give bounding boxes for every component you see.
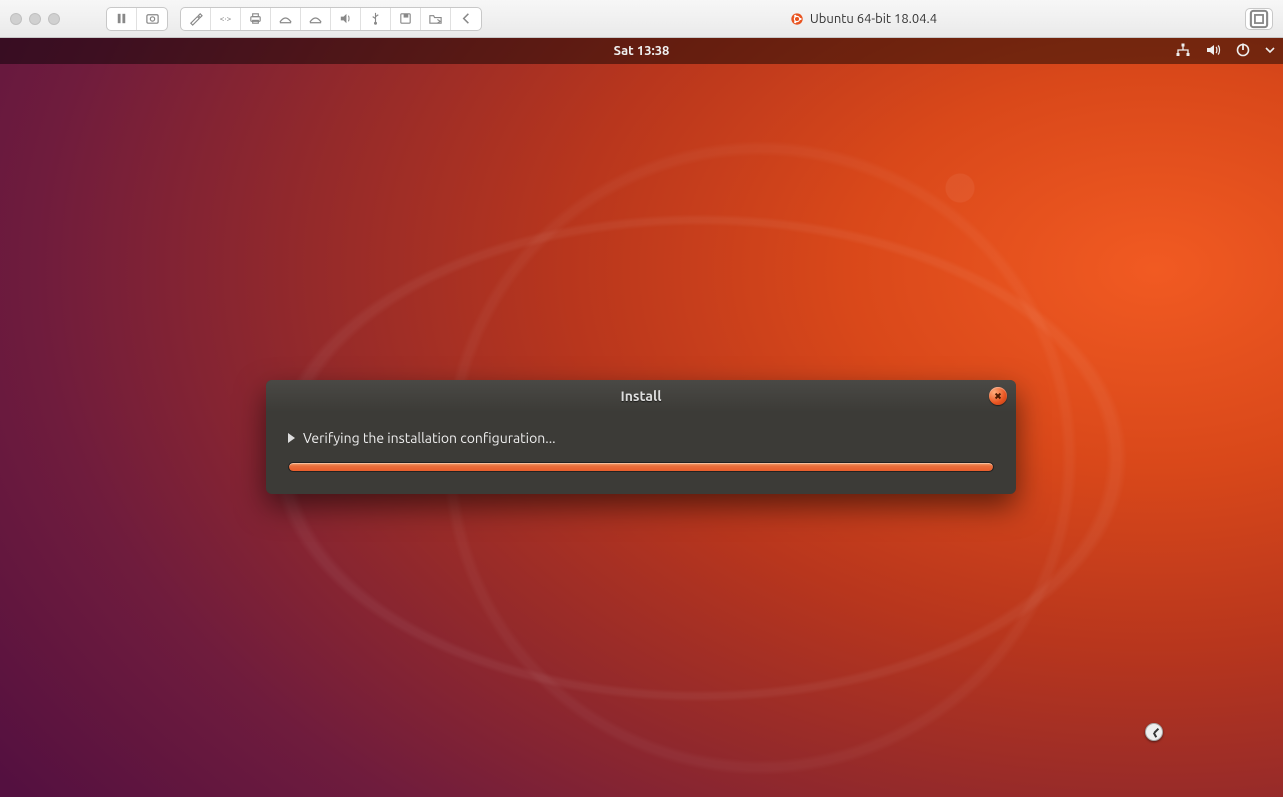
- back-button[interactable]: [451, 8, 481, 30]
- printer-button[interactable]: [241, 8, 271, 30]
- clock-label[interactable]: Sat 13:38: [614, 44, 670, 58]
- usb-button[interactable]: [361, 8, 391, 30]
- vm-toolbar-group-devices: <·>: [180, 7, 482, 31]
- bidirectional-button[interactable]: <·>: [211, 8, 241, 30]
- guest-desktop: Sat 13:38 Install Ve: [0, 38, 1283, 809]
- host-footer-strip: [0, 797, 1283, 809]
- svg-text:<·>: <·>: [220, 13, 232, 23]
- vm-window-chrome: <·> Ubuntu 64-bit 18.04.4: [0, 0, 1283, 38]
- vm-chrome-right: [1245, 8, 1273, 30]
- minimize-window-button[interactable]: [29, 13, 41, 25]
- vm-title-text: Ubuntu 64-bit 18.04.4: [810, 12, 937, 26]
- disk-a-button[interactable]: [271, 8, 301, 30]
- install-status-text: Verifying the installation configuration…: [303, 430, 556, 446]
- zoom-window-button[interactable]: [48, 13, 60, 25]
- fullscreen-icon: [1246, 6, 1272, 32]
- disk-b-button[interactable]: [301, 8, 331, 30]
- pause-vm-button[interactable]: [107, 8, 137, 30]
- install-dialog: Install Verifying the installation confi…: [266, 380, 1016, 494]
- install-progress-fill: [289, 463, 993, 471]
- system-tray: [1175, 38, 1275, 64]
- close-window-button[interactable]: [10, 13, 22, 25]
- gnome-top-bar[interactable]: Sat 13:38: [0, 38, 1283, 64]
- install-dialog-title: Install: [621, 388, 662, 404]
- close-button[interactable]: [989, 387, 1007, 405]
- install-progress-bar: [288, 462, 994, 472]
- vm-title: Ubuntu 64-bit 18.04.4: [488, 12, 1239, 26]
- window-controls: [10, 13, 60, 25]
- install-dialog-body: Verifying the installation configuration…: [266, 412, 1016, 472]
- network-icon[interactable]: [1175, 42, 1191, 61]
- chevron-down-icon[interactable]: [1265, 44, 1275, 58]
- snapshot-vm-button[interactable]: [137, 8, 167, 30]
- install-status-row[interactable]: Verifying the installation configuration…: [288, 430, 994, 446]
- expand-triangle-icon[interactable]: [288, 433, 295, 443]
- wait-cursor-icon: [1145, 723, 1163, 741]
- close-icon: [994, 392, 1002, 400]
- fullscreen-button[interactable]: [1245, 8, 1273, 30]
- settings-button[interactable]: [181, 8, 211, 30]
- install-dialog-titlebar[interactable]: Install: [266, 380, 1016, 412]
- volume-icon[interactable]: [1205, 42, 1221, 61]
- power-icon[interactable]: [1235, 42, 1251, 61]
- vm-toolbar-group-pause: [106, 7, 168, 31]
- floppy-button[interactable]: [391, 8, 421, 30]
- shared-folder-button[interactable]: [421, 8, 451, 30]
- sound-button[interactable]: [331, 8, 361, 30]
- ubuntu-logo-icon: [790, 12, 804, 26]
